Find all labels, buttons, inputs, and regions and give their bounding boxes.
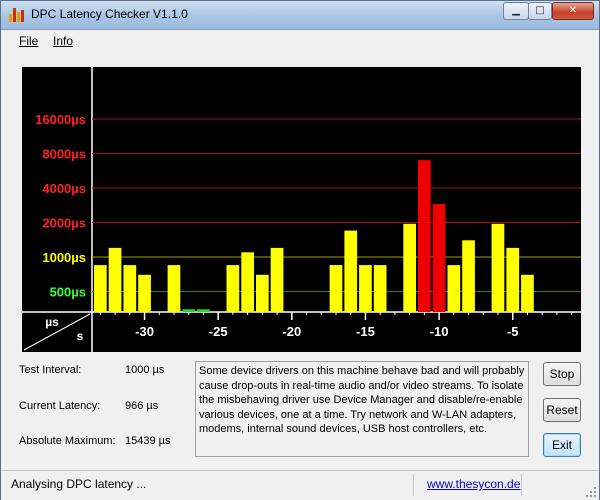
latency-bar — [491, 223, 505, 312]
x-tick-label: -5 — [507, 324, 519, 339]
latency-bar — [506, 247, 520, 312]
stop-button[interactable]: Stop — [543, 362, 581, 386]
latency-bar — [359, 265, 372, 312]
menu-bar: File Info — [1, 30, 599, 52]
minimize-button[interactable]: ▁ — [503, 2, 529, 20]
website-link[interactable]: www.thesycon.de — [427, 477, 520, 491]
description-text: Some device drivers on this machine beha… — [195, 361, 529, 457]
status-bar: Analysing DPC latency ... www.thesycon.d… — [1, 470, 599, 500]
axis-corner-unit-bottom: s — [77, 329, 84, 343]
minimize-icon: ▁ — [512, 5, 520, 16]
x-tick-label: -10 — [430, 324, 449, 339]
resize-grip-icon[interactable] — [585, 486, 597, 498]
latency-bar — [432, 204, 446, 312]
axis-corner-unit-top: µs — [45, 315, 59, 329]
absolute-maximum-label: Absolute Maximum: — [19, 435, 116, 447]
x-tick-label: -25 — [209, 324, 228, 339]
latency-bar — [270, 247, 284, 312]
latency-bar — [94, 265, 107, 312]
reset-button[interactable]: Reset — [543, 398, 581, 422]
app-window: DPC Latency Checker V1.1.0 ▁ □ ✕ File In… — [0, 0, 600, 500]
x-tick-label: -20 — [282, 324, 301, 339]
status-text: Analysing DPC latency ... — [11, 477, 147, 491]
absolute-maximum-value: 15439 µs — [125, 435, 171, 447]
latency-bar — [521, 274, 534, 312]
latency-bar — [182, 309, 196, 312]
exit-button[interactable]: Exit — [543, 433, 581, 457]
y-tick-label: 500µs — [50, 285, 86, 300]
latency-bar — [108, 247, 122, 312]
x-tick-label: -30 — [135, 324, 154, 339]
latency-bar — [138, 274, 151, 312]
x-tick-label: -15 — [356, 324, 375, 339]
latency-bar — [256, 274, 269, 312]
window-title: DPC Latency Checker V1.1.0 — [31, 7, 188, 21]
latency-bar — [344, 230, 358, 312]
current-latency-value: 966 µs — [125, 400, 159, 412]
app-icon — [9, 8, 25, 22]
latency-bar — [403, 223, 416, 312]
menu-file[interactable]: File — [19, 34, 38, 48]
maximize-button[interactable]: □ — [528, 2, 552, 20]
maximize-icon: □ — [535, 5, 545, 16]
latency-bar — [123, 265, 137, 312]
close-button[interactable]: ✕ — [552, 2, 594, 20]
latency-bar — [462, 240, 475, 312]
y-tick-label: 4000µs — [42, 181, 86, 196]
latency-bar — [447, 265, 461, 312]
y-tick-label: 1000µs — [42, 250, 86, 265]
test-interval-label: Test Interval: — [19, 364, 82, 376]
title-bar[interactable]: DPC Latency Checker V1.1.0 ▁ □ ✕ — [1, 1, 599, 30]
latency-bar — [167, 265, 181, 312]
y-tick-label: 8000µs — [42, 147, 86, 162]
y-tick-label: 16000µs — [35, 112, 86, 127]
latency-bar — [418, 160, 431, 312]
test-interval-value: 1000 µs — [125, 364, 165, 376]
status-separator — [413, 474, 414, 496]
menu-info[interactable]: Info — [53, 34, 73, 48]
latency-bar — [373, 265, 387, 312]
y-tick-label: 2000µs — [42, 216, 86, 231]
latency-chart: 16000µs 8000µs 4000µs 2000µs 1000µs 500µs -30 -… — [22, 67, 581, 352]
latency-bar — [329, 265, 343, 312]
latency-bar — [226, 265, 240, 312]
close-icon: ✕ — [568, 5, 578, 16]
status-separator — [521, 474, 522, 496]
latency-bar — [197, 309, 210, 312]
latency-bar — [241, 252, 254, 312]
current-latency-label: Current Latency: — [19, 400, 101, 412]
